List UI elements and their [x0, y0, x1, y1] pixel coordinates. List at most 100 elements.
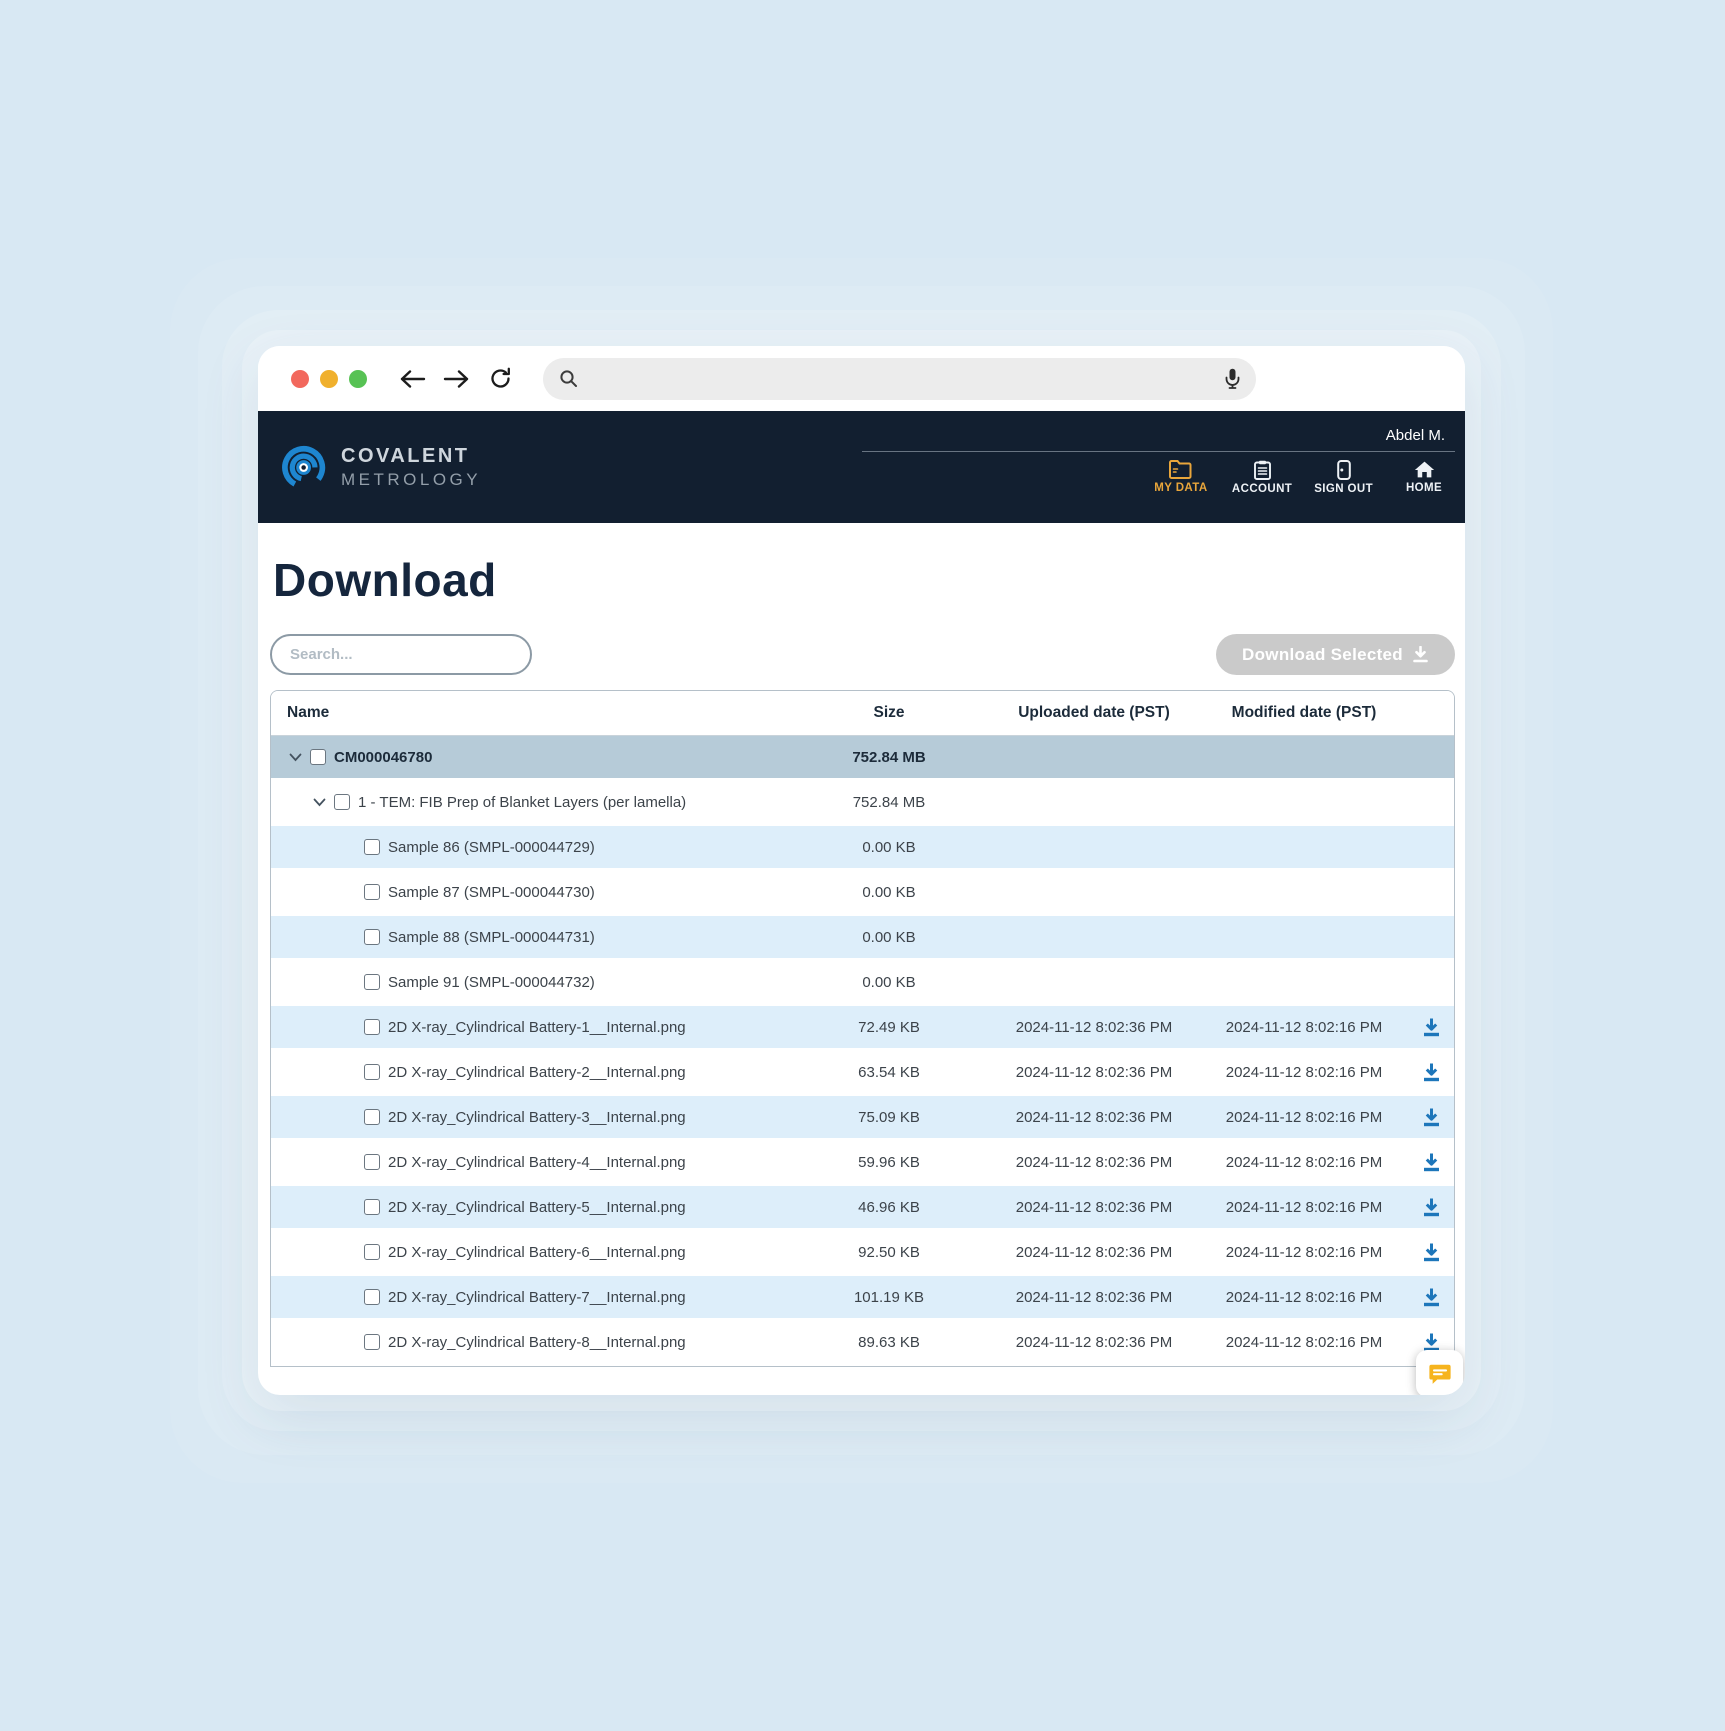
brand-logo[interactable]: COVALENT METROLOGY: [281, 441, 481, 494]
row-checkbox[interactable]: [310, 749, 326, 765]
row-checkbox[interactable]: [364, 1334, 380, 1350]
table-row: 2D X-ray_Cylindrical Battery-8__Internal…: [271, 1321, 1454, 1366]
zoom-window-icon[interactable]: [349, 370, 367, 388]
browser-window: COVALENT METROLOGY Abdel M. MY DATA: [258, 346, 1465, 1395]
table-row: 2D X-ray_Cylindrical Battery-7__Internal…: [271, 1276, 1454, 1321]
download-selected-button[interactable]: Download Selected: [1216, 634, 1455, 675]
table-row: Sample 86 (SMPL-000044729) 0.00 KB: [271, 826, 1454, 871]
row-actions: [1409, 1242, 1454, 1263]
row-checkbox[interactable]: [364, 1109, 380, 1125]
chat-bubble-icon: [1427, 1361, 1453, 1387]
column-header-uploaded: Uploaded date (PST): [989, 704, 1199, 722]
row-download-button[interactable]: [1422, 1287, 1441, 1308]
row-download-button[interactable]: [1422, 1197, 1441, 1218]
row-uploaded-date: 2024-11-12 8:02:36 PM: [989, 1154, 1199, 1171]
download-icon: [1422, 1287, 1441, 1308]
row-modified-date: 2024-11-12 8:02:16 PM: [1199, 1334, 1409, 1351]
row-name: 2D X-ray_Cylindrical Battery-5__Internal…: [388, 1199, 686, 1216]
row-checkbox[interactable]: [364, 1154, 380, 1170]
row-size: 46.96 KB: [789, 1199, 989, 1216]
table-row: 2D X-ray_Cylindrical Battery-5__Internal…: [271, 1186, 1454, 1231]
table-row: 2D X-ray_Cylindrical Battery-4__Internal…: [271, 1141, 1454, 1186]
nav-item-my-data[interactable]: MY DATA: [1152, 460, 1210, 495]
nav-item-sign-out[interactable]: SIGN OUT: [1314, 460, 1373, 495]
download-selected-label: Download Selected: [1242, 645, 1403, 665]
nav-label-my-data: MY DATA: [1154, 482, 1207, 494]
search-input[interactable]: [270, 634, 532, 675]
row-name: 2D X-ray_Cylindrical Battery-7__Internal…: [388, 1289, 686, 1306]
back-button[interactable]: [395, 362, 429, 396]
browser-chrome: [258, 346, 1465, 411]
address-bar[interactable]: [543, 358, 1256, 400]
row-actions: [1409, 1152, 1454, 1173]
search-icon: [559, 369, 578, 388]
row-size: 59.96 KB: [789, 1154, 989, 1171]
refresh-button[interactable]: [483, 362, 517, 396]
files-table: Name Size Uploaded date (PST) Modified d…: [270, 690, 1455, 1367]
row-checkbox[interactable]: [364, 1199, 380, 1215]
microphone-icon[interactable]: [1225, 368, 1240, 389]
row-name-cell: 2D X-ray_Cylindrical Battery-7__Internal…: [271, 1289, 789, 1306]
brand-line1: COVALENT: [341, 445, 481, 468]
row-modified-date: 2024-11-12 8:02:16 PM: [1199, 1064, 1409, 1081]
row-checkbox[interactable]: [364, 884, 380, 900]
row-size: 0.00 KB: [789, 884, 989, 901]
row-uploaded-date: 2024-11-12 8:02:36 PM: [989, 1064, 1199, 1081]
chat-button[interactable]: [1416, 1350, 1463, 1395]
nav-item-account[interactable]: ACCOUNT: [1232, 460, 1292, 495]
row-size: 752.84 MB: [789, 794, 989, 811]
main-content: Download Download Selected Name Size Upl…: [258, 553, 1465, 1367]
table-row: Sample 91 (SMPL-000044732) 0.00 KB: [271, 961, 1454, 1006]
row-uploaded-date: 2024-11-12 8:02:36 PM: [989, 1244, 1199, 1261]
folder-icon: [1169, 460, 1192, 479]
nav-label-account: ACCOUNT: [1232, 483, 1292, 495]
row-name: Sample 88 (SMPL-000044731): [388, 929, 595, 946]
row-size: 0.00 KB: [789, 839, 989, 856]
table-row: 2D X-ray_Cylindrical Battery-6__Internal…: [271, 1231, 1454, 1276]
nav-item-home[interactable]: HOME: [1395, 460, 1453, 495]
address-input[interactable]: [588, 370, 1215, 387]
download-icon: [1422, 1107, 1441, 1128]
row-checkbox[interactable]: [364, 839, 380, 855]
row-size: 752.84 MB: [789, 749, 989, 766]
download-icon: [1422, 1197, 1441, 1218]
row-checkbox[interactable]: [364, 1019, 380, 1035]
row-checkbox[interactable]: [364, 1244, 380, 1260]
row-name: CM000046780: [334, 749, 432, 766]
row-name: 1 - TEM: FIB Prep of Blanket Layers (per…: [358, 794, 686, 811]
download-icon: [1422, 1062, 1441, 1083]
row-name: 2D X-ray_Cylindrical Battery-6__Internal…: [388, 1244, 686, 1261]
row-download-button[interactable]: [1422, 1152, 1441, 1173]
row-modified-date: 2024-11-12 8:02:16 PM: [1199, 1154, 1409, 1171]
table-row: 2D X-ray_Cylindrical Battery-1__Internal…: [271, 1006, 1454, 1051]
row-actions: [1409, 1107, 1454, 1128]
row-name-cell: 2D X-ray_Cylindrical Battery-8__Internal…: [271, 1334, 789, 1351]
row-actions: [1409, 1287, 1454, 1308]
table-body: CM000046780 752.84 MB 1 - TEM: FIB Prep …: [271, 736, 1454, 1366]
chevron-down-icon[interactable]: [289, 753, 302, 762]
row-uploaded-date: 2024-11-12 8:02:36 PM: [989, 1289, 1199, 1306]
row-size: 0.00 KB: [789, 974, 989, 991]
row-size: 63.54 KB: [789, 1064, 989, 1081]
row-checkbox[interactable]: [364, 929, 380, 945]
clipboard-icon: [1254, 460, 1271, 480]
download-icon: [1412, 646, 1429, 663]
row-download-button[interactable]: [1422, 1062, 1441, 1083]
row-download-button[interactable]: [1422, 1107, 1441, 1128]
site-header: COVALENT METROLOGY Abdel M. MY DATA: [258, 411, 1465, 523]
row-checkbox[interactable]: [364, 1064, 380, 1080]
row-name-cell: Sample 87 (SMPL-000044730): [271, 884, 789, 901]
forward-button[interactable]: [439, 362, 473, 396]
minimize-window-icon[interactable]: [320, 370, 338, 388]
close-window-icon[interactable]: [291, 370, 309, 388]
row-checkbox[interactable]: [364, 1289, 380, 1305]
traffic-lights: [291, 370, 367, 388]
row-size: 89.63 KB: [789, 1334, 989, 1351]
row-download-button[interactable]: [1422, 1017, 1441, 1038]
row-checkbox[interactable]: [364, 974, 380, 990]
row-download-button[interactable]: [1422, 1242, 1441, 1263]
row-checkbox[interactable]: [334, 794, 350, 810]
table-row: CM000046780 752.84 MB: [271, 736, 1454, 781]
chevron-down-icon[interactable]: [313, 798, 326, 807]
row-name-cell: 2D X-ray_Cylindrical Battery-4__Internal…: [271, 1154, 789, 1171]
